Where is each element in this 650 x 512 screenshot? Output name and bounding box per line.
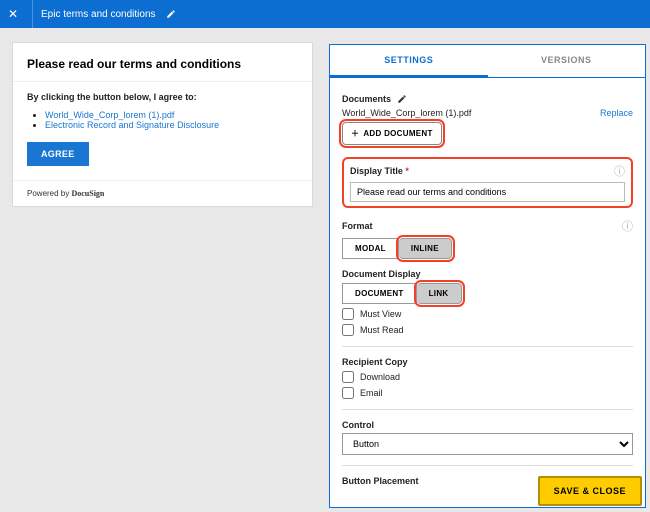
download-label: Download — [360, 372, 400, 382]
format-inline-button[interactable]: INLINE — [399, 238, 452, 259]
add-document-button[interactable]: ＋ ADD DOCUMENT — [342, 122, 442, 145]
must-view-label: Must View — [360, 309, 401, 319]
must-view-checkbox[interactable] — [342, 308, 354, 320]
preview-pane: Please read our terms and conditions By … — [0, 28, 325, 512]
email-checkbox[interactable] — [342, 387, 354, 399]
download-checkbox[interactable] — [342, 371, 354, 383]
email-label: Email — [360, 388, 383, 398]
agree-button[interactable]: AGREE — [27, 142, 89, 166]
info-icon[interactable]: ⓘ — [622, 218, 633, 234]
control-label: Control — [342, 420, 633, 430]
divider — [32, 0, 33, 28]
card-heading: Please read our terms and conditions — [13, 43, 312, 82]
tab-versions[interactable]: VERSIONS — [488, 45, 646, 77]
pencil-icon[interactable] — [166, 9, 176, 19]
terms-card: Please read our terms and conditions By … — [12, 42, 313, 207]
must-read-label: Must Read — [360, 325, 404, 335]
card-intro: By clicking the button below, I agree to… — [27, 92, 298, 102]
replace-link[interactable]: Replace — [600, 108, 633, 118]
document-display-label: Document Display — [342, 269, 633, 279]
format-label: Format — [342, 221, 373, 231]
recipient-copy-label: Recipient Copy — [342, 357, 633, 367]
must-read-checkbox[interactable] — [342, 324, 354, 336]
docdisplay-document-button[interactable]: DOCUMENT — [342, 283, 417, 304]
document-name: World_Wide_Corp_lorem (1).pdf — [342, 108, 471, 118]
format-modal-button[interactable]: MODAL — [342, 238, 399, 259]
settings-panel: SETTINGS VERSIONS Documents World_Wide_C… — [329, 44, 646, 508]
doc-link-2[interactable]: Electronic Record and Signature Disclosu… — [45, 120, 219, 130]
close-icon[interactable]: ✕ — [8, 7, 24, 21]
display-title-label: Display Title — [350, 166, 403, 176]
display-title-input[interactable] — [350, 182, 625, 202]
top-bar: ✕ Epic terms and conditions — [0, 0, 650, 28]
pencil-icon[interactable] — [397, 94, 407, 104]
control-select[interactable]: Button — [342, 433, 633, 455]
documents-label: Documents — [342, 94, 391, 104]
save-and-close-button[interactable]: SAVE & CLOSE — [538, 476, 642, 506]
info-icon[interactable]: ⓘ — [614, 163, 625, 179]
plus-icon: ＋ — [351, 128, 359, 139]
powered-by: Powered by DocuSign — [13, 180, 312, 206]
docdisplay-link-button[interactable]: LINK — [417, 283, 462, 304]
page-title: Epic terms and conditions — [41, 9, 156, 20]
tab-settings[interactable]: SETTINGS — [330, 45, 488, 77]
doc-link-1[interactable]: World_Wide_Corp_lorem (1).pdf — [45, 110, 174, 120]
